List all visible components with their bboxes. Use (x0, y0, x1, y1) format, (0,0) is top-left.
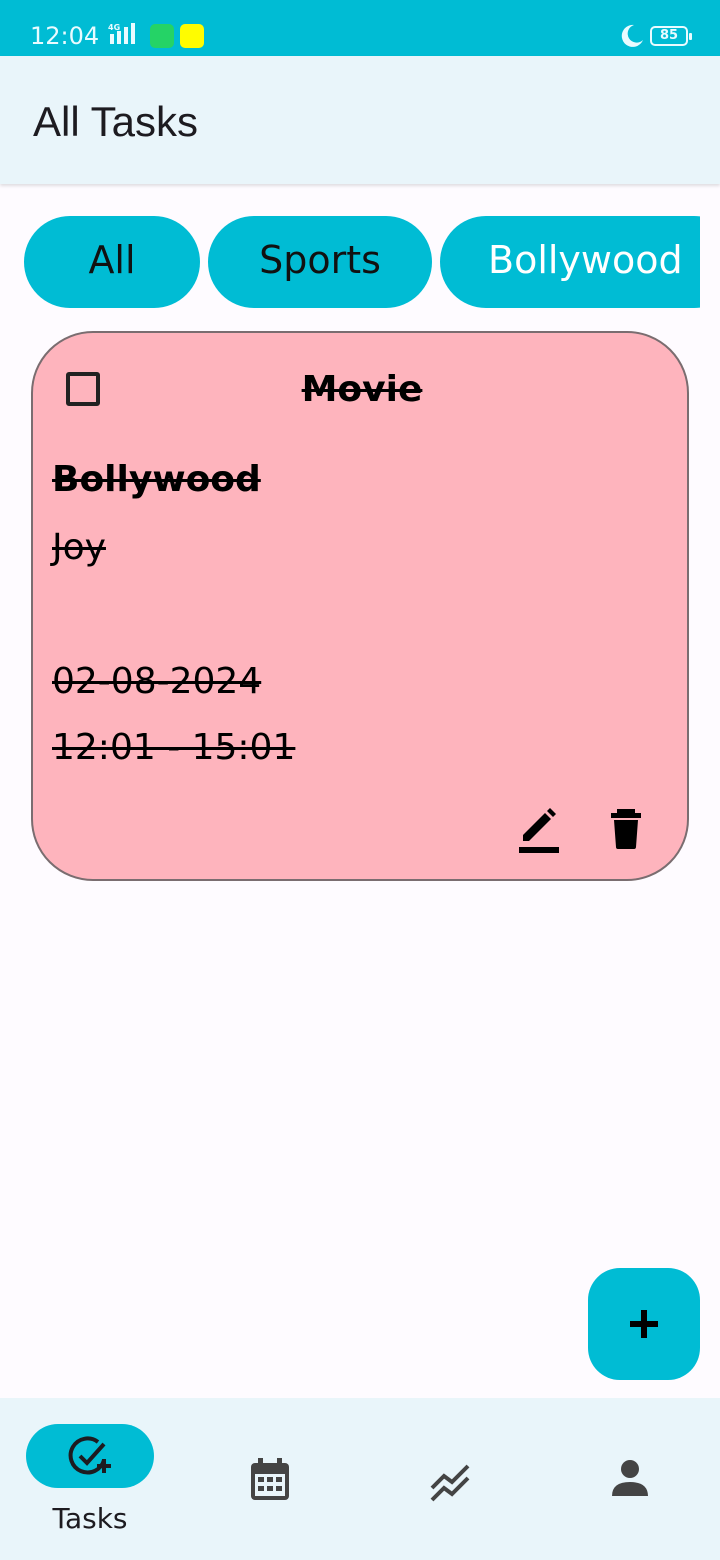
signal-icon: 4G (108, 23, 135, 44)
nav-item-tasks[interactable] (26, 1424, 154, 1488)
moon-icon (621, 24, 643, 47)
network-type: 4G (108, 23, 120, 32)
status-bar: 12:04 4G 85 (0, 0, 720, 56)
task-category: Bollywood (52, 459, 261, 500)
task-time-range: 12:01 - 15:01 (52, 727, 296, 768)
status-time: 12:04 (30, 22, 100, 50)
bottom-navigation: Tasks (0, 1398, 720, 1560)
trending-icon[interactable] (428, 1458, 472, 1502)
calendar-icon[interactable] (250, 1458, 290, 1502)
task-card[interactable]: Movie Bollywood Joy 02-08-2024 12:01 - 1… (31, 331, 689, 881)
page-title: All Tasks (33, 98, 198, 145)
nav-label-tasks: Tasks (52, 1502, 128, 1535)
plus-icon (630, 1310, 658, 1338)
filter-chip-bollywood[interactable]: Bollywood (440, 216, 700, 308)
task-description: Joy (52, 527, 106, 568)
snapchat-icon (180, 24, 204, 48)
task-title: Movie (301, 369, 423, 410)
filter-chip-sports[interactable]: Sports (208, 216, 432, 308)
battery-level: 85 (650, 26, 692, 46)
add-task-button[interactable] (588, 1268, 700, 1380)
task-add-icon (68, 1436, 111, 1475)
edit-icon[interactable] (515, 807, 563, 855)
delete-icon[interactable] (605, 807, 651, 853)
filter-chip-all[interactable]: All (24, 216, 200, 308)
category-filter-row: All Sports Bollywood (0, 216, 700, 308)
task-date: 02-08-2024 (52, 661, 262, 702)
app-bar: All Tasks (0, 56, 720, 184)
whatsapp-icon (150, 24, 174, 48)
person-icon[interactable] (610, 1458, 650, 1498)
